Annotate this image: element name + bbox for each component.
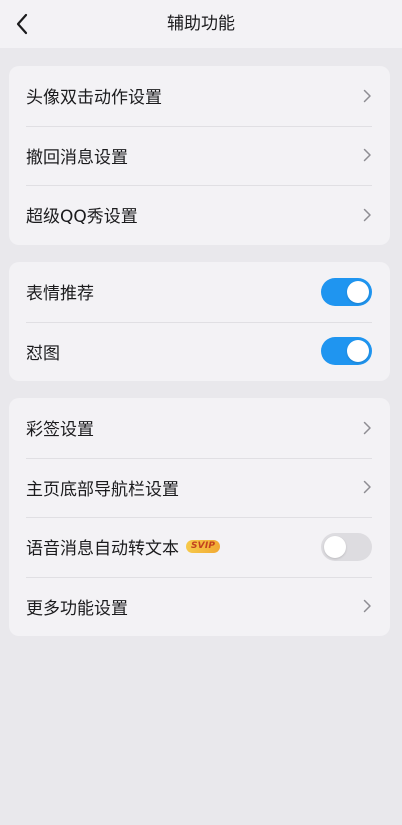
setting-label: 主页底部导航栏设置 (26, 479, 179, 500)
voice-to-text-toggle[interactable] (321, 532, 372, 561)
setting-dui-tu: 怼图 (9, 321, 390, 382)
toggle-knob (347, 340, 369, 363)
setting-label: 彩签设置 (26, 420, 94, 441)
settings-group-emoji: 表情推荐 怼图 (9, 262, 390, 381)
page-title: 辅助功能 (167, 14, 235, 34)
settings-group-profile: 头像双击动作设置 撤回消息设置 超级QQ秀设置 (9, 66, 390, 245)
chevron-right-icon (360, 421, 372, 435)
setting-super-qq-show[interactable]: 超级QQ秀设置 (9, 185, 390, 245)
setting-label: 头像双击动作设置 (26, 88, 162, 109)
setting-label: 更多功能设置 (26, 598, 128, 619)
setting-label: 表情推荐 (26, 284, 94, 305)
svip-badge: SVIP (186, 540, 221, 554)
toggle-knob (347, 280, 369, 303)
setting-recall-message[interactable]: 撤回消息设置 (9, 125, 390, 186)
settings-group-misc: 彩签设置 主页底部导航栏设置 语音消息自动转文本 SVIP 更多功能设置 (9, 398, 390, 636)
setting-label: 超级QQ秀设置 (26, 207, 138, 228)
chevron-right-icon (360, 208, 372, 222)
setting-label: 怼图 (26, 343, 60, 364)
chevron-right-icon (360, 148, 372, 162)
emoji-recommend-toggle[interactable] (321, 277, 372, 306)
chevron-right-icon (360, 480, 372, 494)
setting-label: 语音消息自动转文本 (26, 539, 179, 560)
setting-label-wrap: 语音消息自动转文本 SVIP (26, 534, 321, 559)
dui-tu-toggle[interactable] (321, 337, 372, 366)
toggle-knob (324, 535, 346, 558)
setting-voice-to-text: 语音消息自动转文本 SVIP (9, 517, 390, 577)
navigation-bar: 辅助功能 (0, 0, 402, 48)
chevron-right-icon (360, 89, 372, 103)
setting-avatar-double-tap[interactable]: 头像双击动作设置 (9, 66, 390, 126)
setting-color-tag[interactable]: 彩签设置 (9, 398, 390, 458)
setting-home-bottom-nav[interactable]: 主页底部导航栏设置 (9, 457, 390, 518)
setting-emoji-recommend: 表情推荐 (9, 262, 390, 322)
chevron-right-icon (360, 599, 372, 613)
setting-label: 撤回消息设置 (26, 147, 128, 168)
setting-more-features[interactable]: 更多功能设置 (9, 576, 390, 637)
